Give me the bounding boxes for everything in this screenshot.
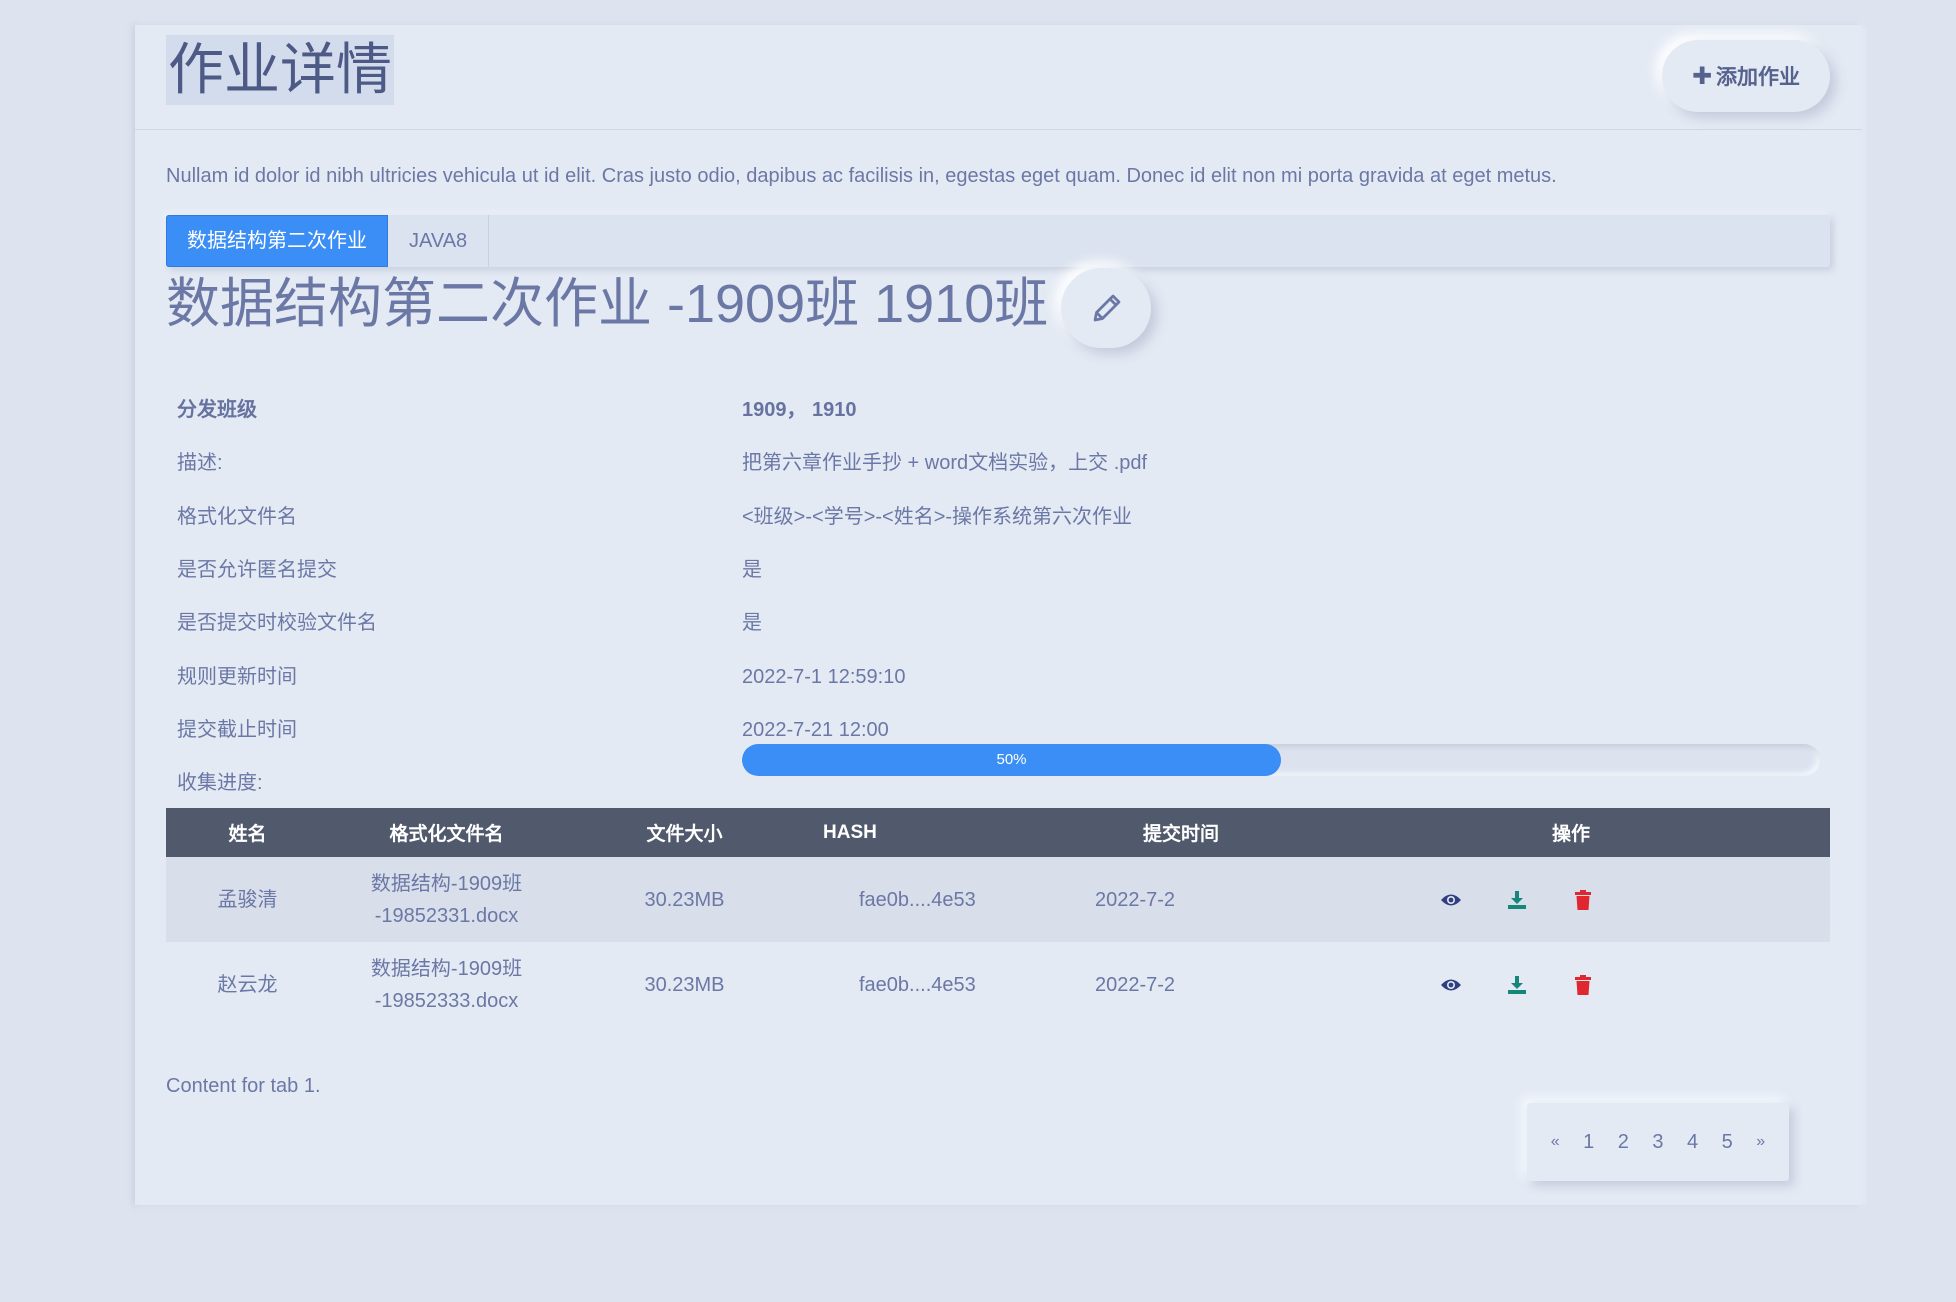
info-key: 提交截止时间	[177, 719, 297, 741]
intro-text: Nullam id dolor id nibh ultricies vehicu…	[166, 165, 1557, 187]
info-key: 是否提交时校验文件名	[177, 612, 377, 634]
cell-size: 30.23MB	[644, 973, 725, 996]
cell-actions	[1312, 942, 1830, 1027]
info-value: 1909， 1910	[742, 399, 857, 421]
cell-hash: fae0b....4e53	[805, 857, 1050, 942]
table-header-row: 姓名 格式化文件名 文件大小 HASH 提交时间 操作	[166, 808, 1830, 857]
table-row: 赵云龙 数据结构-1909班 -19852333.docx 30.23MB fa…	[166, 942, 1830, 1027]
column-header: 提交时间	[1050, 808, 1312, 857]
progress-label: 收集进度:	[177, 772, 263, 794]
eye-icon[interactable]	[1440, 974, 1462, 996]
info-key: 是否允许匿名提交	[177, 559, 337, 581]
column-header: 文件大小	[564, 808, 805, 857]
info-row-anonymous: 是否允许匿名提交 是	[177, 544, 1827, 597]
filename-line: 数据结构-1909班	[370, 957, 523, 980]
pencil-icon	[1093, 294, 1121, 322]
download-icon[interactable]	[1506, 974, 1528, 996]
info-value: 2022-7-1 12:59:10	[742, 666, 906, 688]
add-homework-button[interactable]: ✚ 添加作业	[1662, 40, 1830, 112]
eye-icon[interactable]	[1440, 889, 1462, 911]
tab-data-structure[interactable]: 数据结构第二次作业	[166, 215, 388, 267]
plus-icon: ✚	[1691, 62, 1713, 90]
info-row-filename-format: 格式化文件名 <班级>-<学号>-<姓名>-操作系统第六次作业	[177, 491, 1827, 544]
pagination-prev[interactable]: «	[1551, 1133, 1560, 1151]
info-row-classes: 分发班级 1909， 1910	[177, 384, 1827, 437]
cell-name: 孟骏清	[166, 857, 329, 942]
cell-filename: 数据结构-1909班 -19852333.docx	[329, 942, 564, 1027]
cell-filename: 数据结构-1909班 -19852331.docx	[329, 857, 564, 942]
filename-line: -19852331.docx	[374, 904, 519, 927]
pagination-page[interactable]: 5	[1722, 1131, 1733, 1154]
main-card: 作业详情 ✚ 添加作业 Nullam id dolor id nibh ultr…	[135, 25, 1862, 1205]
add-homework-label: 添加作业	[1716, 66, 1801, 89]
progress-bar: 50%	[742, 744, 1820, 776]
info-value: 是	[742, 612, 762, 634]
info-key: 分发班级	[177, 399, 257, 421]
info-row-validate-filename: 是否提交时校验文件名 是	[177, 597, 1827, 650]
download-icon[interactable]	[1506, 889, 1528, 911]
submissions-table: 姓名 格式化文件名 文件大小 HASH 提交时间 操作 孟骏清 数据结构-190…	[166, 808, 1830, 1027]
progress-fill: 50%	[742, 744, 1281, 776]
info-row-description: 描述: 把第六章作业手抄 + word文档实验，上交 .pdf	[177, 437, 1827, 490]
pagination-next[interactable]: »	[1756, 1133, 1765, 1151]
info-key: 描述:	[177, 452, 223, 474]
pagination-page[interactable]: 4	[1687, 1131, 1698, 1154]
pagination: « 1 2 3 4 5 »	[1527, 1103, 1789, 1181]
column-header: 操作	[1312, 808, 1830, 857]
trash-icon[interactable]	[1572, 974, 1594, 996]
tab-bar: 数据结构第二次作业 JAVA8	[166, 215, 1830, 267]
cell-hash: fae0b....4e53	[859, 973, 976, 996]
cell-size: 30.23MB	[564, 857, 805, 942]
edit-button[interactable]	[1061, 268, 1151, 348]
trash-icon[interactable]	[1572, 889, 1594, 911]
pagination-page[interactable]: 3	[1652, 1131, 1663, 1154]
info-value: 把第六章作业手抄 + word文档实验，上交 .pdf	[742, 452, 1148, 474]
info-key: 规则更新时间	[177, 666, 297, 688]
pagination-page[interactable]: 1	[1583, 1131, 1594, 1154]
column-header: 格式化文件名	[329, 808, 564, 857]
info-value: 是	[742, 559, 762, 581]
card-header: 作业详情 ✚ 添加作业	[135, 25, 1862, 130]
info-row-updated: 规则更新时间 2022-7-1 12:59:10	[177, 651, 1827, 704]
info-value: <班级>-<学号>-<姓名>-操作系统第六次作业	[742, 506, 1133, 528]
info-key: 格式化文件名	[177, 506, 297, 528]
tab-content-text: Content for tab 1.	[166, 1075, 321, 1097]
cell-actions	[1312, 857, 1830, 942]
cell-name: 赵云龙	[217, 973, 278, 996]
page-title: 作业详情	[166, 35, 394, 105]
homework-title: 数据结构第二次作业 -1909班 1910班	[166, 274, 1049, 334]
pagination-page[interactable]: 2	[1618, 1131, 1629, 1154]
filename-line: -19852333.docx	[374, 989, 519, 1012]
cell-time: 2022-7-2	[1050, 857, 1312, 942]
table-row: 孟骏清 数据结构-1909班 -19852331.docx 30.23MB fa…	[166, 857, 1830, 942]
filename-line: 数据结构-1909班	[370, 872, 523, 895]
column-header: HASH	[805, 808, 1050, 857]
column-header: 姓名	[166, 808, 329, 857]
cell-time: 2022-7-2	[1095, 973, 1176, 996]
tab-java8[interactable]: JAVA8	[388, 215, 490, 267]
